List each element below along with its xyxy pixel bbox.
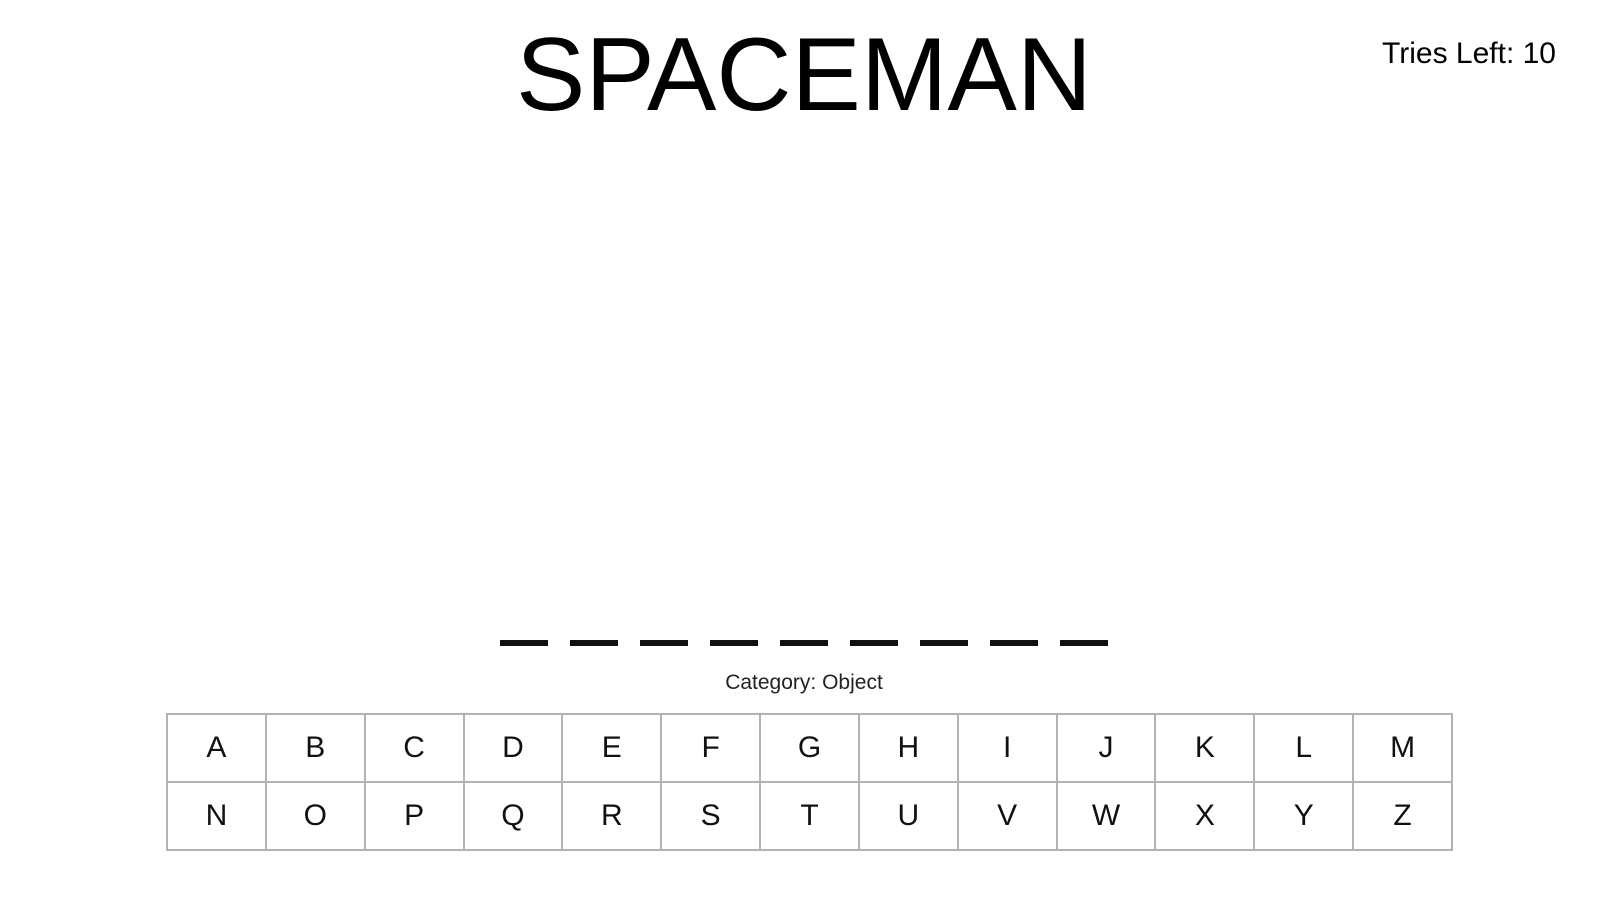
letter-key-h[interactable]: H	[857, 713, 959, 783]
letter-key-w[interactable]: W	[1055, 781, 1157, 851]
letter-blank	[570, 640, 618, 646]
letter-key-b[interactable]: B	[264, 713, 366, 783]
letter-key-f[interactable]: F	[660, 713, 762, 783]
category-label: Category: Object	[725, 671, 883, 694]
letter-key-g[interactable]: G	[759, 713, 860, 783]
letter-key-m[interactable]: M	[1352, 713, 1453, 783]
letter-key-v[interactable]: V	[956, 781, 1058, 851]
letter-blank	[1060, 640, 1108, 646]
game-screen: SPACEMAN Tries Left: 10 Category: Object…	[0, 0, 1608, 905]
keyboard-row: NOPQRSTUVWXYZ	[166, 781, 1453, 851]
letter-key-e[interactable]: E	[561, 713, 663, 783]
letter-blank	[640, 640, 688, 646]
letter-key-q[interactable]: Q	[462, 781, 564, 851]
letter-key-p[interactable]: P	[363, 781, 465, 851]
word-blanks	[0, 640, 1608, 646]
letter-key-k[interactable]: K	[1154, 713, 1256, 783]
letter-blank	[500, 640, 548, 646]
letter-key-a[interactable]: A	[166, 713, 267, 783]
letter-key-o[interactable]: O	[264, 781, 366, 851]
letter-key-c[interactable]: C	[363, 713, 465, 783]
letter-blank	[990, 640, 1038, 646]
letter-key-y[interactable]: Y	[1253, 781, 1355, 851]
letter-blank	[920, 640, 968, 646]
keyboard-row: ABCDEFGHIJKLM	[166, 713, 1453, 783]
letter-key-d[interactable]: D	[462, 713, 564, 783]
letter-key-t[interactable]: T	[759, 781, 860, 851]
letter-key-r[interactable]: R	[561, 781, 663, 851]
letter-key-i[interactable]: I	[956, 713, 1058, 783]
letter-key-s[interactable]: S	[660, 781, 762, 851]
letter-key-n[interactable]: N	[166, 781, 267, 851]
tries-left-counter: Tries Left: 10	[1382, 37, 1556, 70]
letter-blank	[710, 640, 758, 646]
letter-key-l[interactable]: L	[1253, 713, 1355, 783]
letter-key-z[interactable]: Z	[1352, 781, 1453, 851]
letter-blank	[780, 640, 828, 646]
letter-key-j[interactable]: J	[1055, 713, 1157, 783]
letter-key-x[interactable]: X	[1154, 781, 1256, 851]
letter-key-u[interactable]: U	[857, 781, 959, 851]
game-title: SPACEMAN	[516, 17, 1092, 133]
letter-blank	[850, 640, 898, 646]
letter-keyboard: ABCDEFGHIJKLMNOPQRSTUVWXYZ	[166, 713, 1453, 851]
